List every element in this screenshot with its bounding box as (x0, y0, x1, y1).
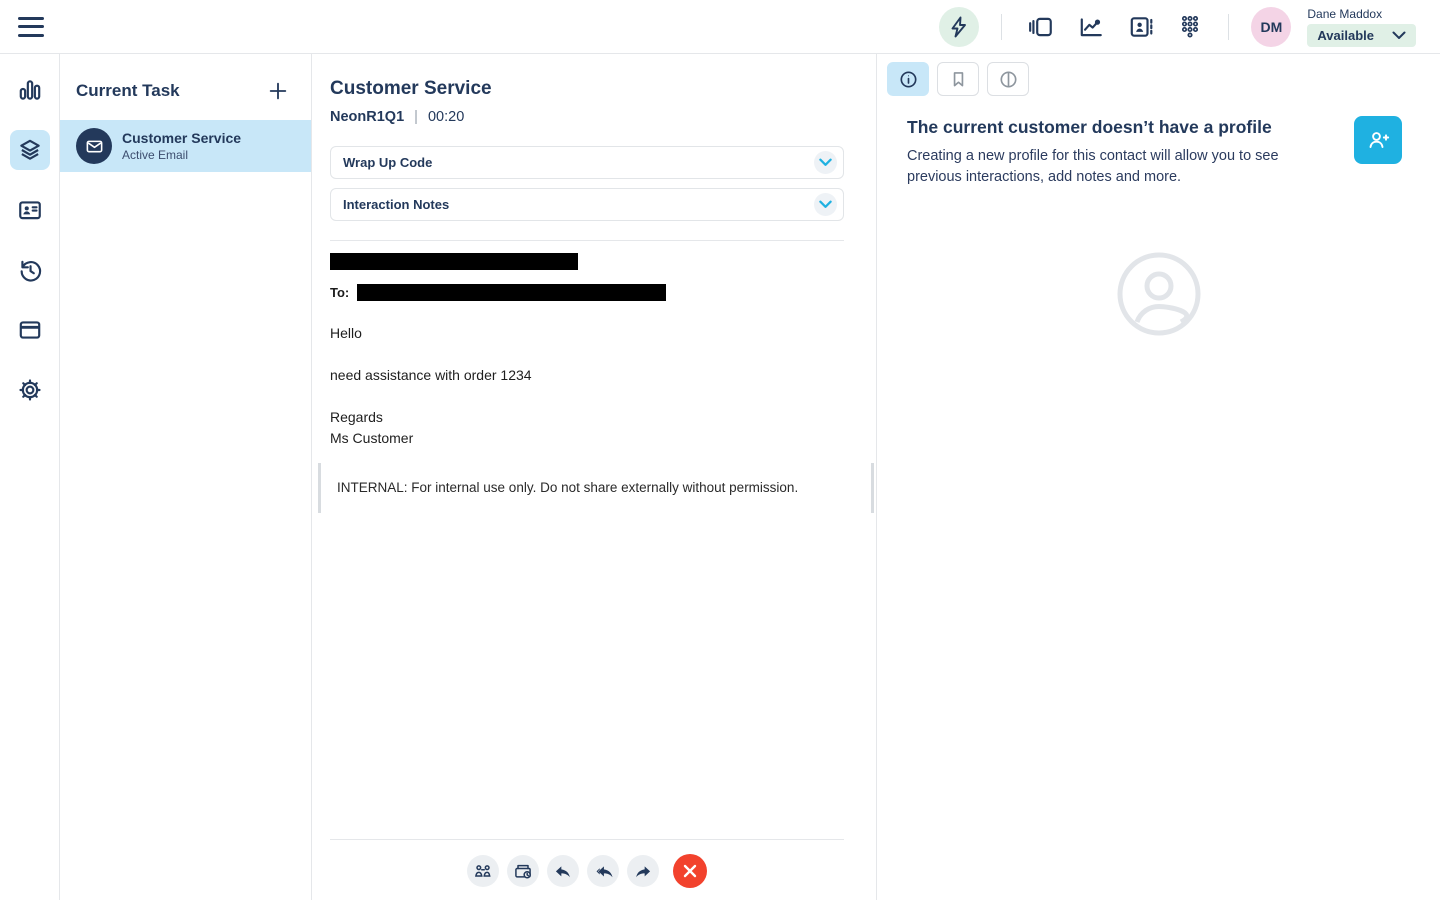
internal-note-text: INTERNAL: For internal use only. Do not … (337, 480, 799, 495)
interaction-timer: 00:20 (427, 109, 465, 125)
user-name: Dane Maddox (1307, 6, 1383, 21)
chevron-down-icon (814, 151, 837, 174)
lightning-bolt-icon (949, 16, 969, 38)
wrap-up-code-label: Wrap Up Code (343, 155, 433, 170)
rail-activity-button[interactable] (10, 70, 50, 110)
redacted-recipient-bar (357, 284, 667, 301)
plus-icon (267, 80, 289, 102)
profile-tab-row (887, 62, 1440, 96)
park-email-icon (513, 862, 533, 880)
interactions-button[interactable] (939, 6, 980, 47)
task-panel: Current Task Customer Service Active Ema… (60, 54, 312, 900)
chevron-down-icon (814, 193, 837, 216)
interaction-notes-expander[interactable]: Interaction Notes (330, 188, 844, 221)
info-icon (898, 69, 919, 90)
journey-icon (998, 69, 1019, 90)
close-x-icon (683, 864, 697, 878)
contacts-button[interactable] (1124, 10, 1158, 44)
queue-name: NeonR1Q1 (330, 109, 405, 125)
email-toolbar (330, 839, 844, 900)
email-envelope-icon (76, 128, 112, 164)
task-name: Customer Service (122, 130, 242, 146)
status-dropdown[interactable]: Available (1307, 23, 1416, 47)
reply-all-icon (593, 862, 614, 880)
forward-button[interactable] (627, 855, 659, 887)
task-item-customer-service[interactable]: Customer Service Active Email (60, 120, 311, 172)
interaction-title: Customer Service (330, 78, 492, 99)
interaction-notes-label: Interaction Notes (343, 197, 450, 212)
reply-all-button[interactable] (587, 855, 619, 887)
park-email-button[interactable] (507, 855, 539, 887)
tab-profile-info[interactable] (887, 62, 929, 96)
performance-chart-icon (1078, 14, 1104, 40)
menu-hamburger-icon[interactable] (18, 16, 44, 37)
contacts-card-icon (1128, 14, 1154, 40)
transfer-button[interactable] (467, 855, 499, 887)
task-panel-header: Current Task (60, 54, 311, 120)
topbar-divider (1228, 13, 1230, 40)
email-header-divider (330, 240, 844, 241)
email-body-line: Hello (330, 325, 362, 341)
panels-button[interactable] (1024, 10, 1058, 44)
person-add-icon (1365, 127, 1391, 153)
profile-placeholder-icon (1115, 250, 1203, 338)
task-panel-title: Current Task (76, 81, 180, 100)
customer-profile-panel: The current customer doesn’t have a prof… (877, 54, 1440, 900)
bookmark-icon (948, 69, 969, 90)
content-area: Current Task Customer Service Active Ema… (0, 54, 1440, 900)
user-meta: Dane Maddox Available (1307, 7, 1416, 47)
rail-tasks-button[interactable] (9, 130, 50, 170)
email-body-line: Regards (330, 409, 383, 425)
rail-directory-button[interactable] (10, 190, 50, 230)
user-avatar[interactable]: DM (1251, 6, 1292, 47)
topbar-divider (1001, 13, 1003, 40)
interaction-panel: Customer Service NeonR1Q1 | 00:20 Wrap U… (312, 54, 877, 900)
activity-bars-icon (17, 77, 43, 103)
performance-button[interactable] (1074, 10, 1108, 44)
rail-browser-button[interactable] (10, 310, 50, 350)
redacted-subject-bar (330, 253, 578, 270)
wrap-up-code-expander[interactable]: Wrap Up Code (330, 146, 844, 179)
settings-gear-icon (17, 377, 43, 403)
browser-window-icon (17, 317, 43, 343)
disconnect-button[interactable] (673, 854, 707, 888)
dialpad-icon (1178, 14, 1202, 40)
left-rail (0, 54, 60, 900)
subline-separator: | (414, 109, 418, 125)
email-body-line: Ms Customer (330, 430, 414, 446)
email-to-row: To: (330, 284, 844, 301)
directory-card-icon (17, 197, 43, 223)
task-status: Active Email (122, 148, 189, 162)
profile-placeholder-wrap (877, 250, 1440, 338)
no-profile-cta: The current customer doesn’t have a prof… (877, 96, 1440, 188)
transfer-agents-icon (473, 862, 493, 880)
tasks-layers-icon (17, 137, 43, 163)
internal-note-block: INTERNAL: For internal use only. Do not … (318, 463, 874, 513)
to-label: To: (330, 285, 350, 300)
history-clock-icon (17, 257, 43, 283)
tab-journey[interactable] (987, 62, 1029, 96)
chevron-down-icon (1392, 31, 1406, 40)
tab-bookmarks[interactable] (937, 62, 979, 96)
app-window: DM Dane Maddox Available Current Task Cu… (0, 0, 1440, 900)
topbar: DM Dane Maddox Available (0, 0, 1440, 54)
dialpad-button[interactable] (1174, 10, 1206, 44)
no-profile-description: Creating a new profile for this contact … (907, 148, 1279, 185)
rail-history-button[interactable] (10, 250, 50, 290)
email-body-line: need assistance with order 1234 (330, 367, 532, 383)
email-body: Hello need assistance with order 1234 Re… (330, 323, 844, 449)
add-task-button[interactable] (263, 76, 293, 106)
reply-button[interactable] (547, 855, 579, 887)
topbar-right-cluster: DM Dane Maddox Available (939, 6, 1416, 47)
panels-icon (1028, 14, 1054, 40)
reply-icon (553, 862, 573, 880)
rail-settings-button[interactable] (10, 370, 50, 410)
status-label: Available (1317, 27, 1374, 43)
no-profile-heading: The current customer doesn’t have a prof… (907, 117, 1272, 137)
forward-icon (633, 862, 653, 880)
create-profile-button[interactable] (1354, 116, 1402, 164)
interaction-subline: NeonR1Q1 | 00:20 (330, 109, 844, 125)
